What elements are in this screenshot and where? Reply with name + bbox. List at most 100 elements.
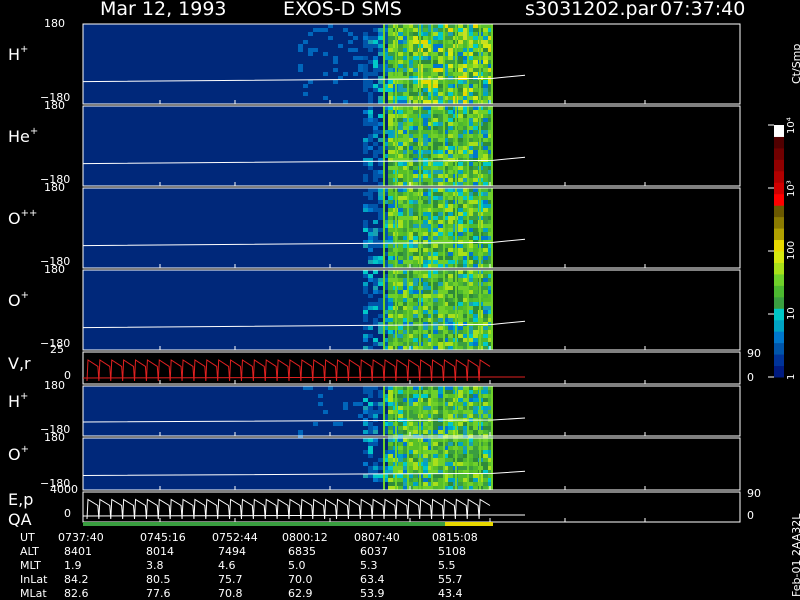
heatmap-cell <box>438 84 443 88</box>
heatmap-cell <box>483 454 488 458</box>
heatmap-cell <box>458 170 463 174</box>
heatmap-cell <box>388 114 393 118</box>
heatmap-cell <box>413 216 418 220</box>
heatmap-cell <box>423 138 428 142</box>
heatmap-cell <box>448 442 453 446</box>
panel-label: O+ <box>8 290 29 310</box>
heatmap-cell <box>378 84 383 88</box>
heatmap-cell <box>398 204 403 208</box>
heatmap-cell <box>473 196 478 200</box>
heatmap-cell <box>423 52 428 56</box>
heatmap-cell <box>388 118 393 122</box>
heatmap-cell <box>438 290 443 294</box>
heatmap-cell <box>438 126 443 130</box>
heatmap-streak <box>407 438 409 490</box>
heatmap-cell <box>413 40 418 44</box>
heatmap-streak <box>383 24 385 104</box>
heatmap-cell <box>423 486 428 490</box>
heatmap-cell <box>458 32 463 36</box>
heatmap-cell <box>438 326 443 330</box>
heatmap-cell <box>483 146 488 150</box>
heatmap-cell <box>483 170 488 174</box>
heatmap-cell <box>483 64 488 68</box>
heatmap-cell <box>368 114 373 118</box>
heatmap-cell <box>308 80 313 84</box>
heatmap-cell <box>483 294 488 298</box>
ephemeris-value: 0815:08 <box>432 531 478 544</box>
heatmap-cell <box>458 426 463 430</box>
heatmap-cell <box>433 162 438 166</box>
heatmap-cell <box>473 134 478 138</box>
heatmap-cell <box>413 174 418 178</box>
heatmap-cell <box>368 390 373 394</box>
heatmap-cell <box>473 96 478 100</box>
heatmap-cell <box>423 244 428 248</box>
heatmap-cell <box>398 402 403 406</box>
heatmap-cell <box>483 386 488 390</box>
heatmap-cell <box>448 338 453 342</box>
heatmap-cell <box>458 154 463 158</box>
heatmap-cell <box>423 346 428 350</box>
heatmap-cell <box>458 134 463 138</box>
heatmap-cell <box>413 56 418 60</box>
heatmap-cell <box>448 212 453 216</box>
heatmap-streak <box>491 270 493 350</box>
heatmap-cell <box>438 60 443 64</box>
heatmap-cell <box>413 84 418 88</box>
heatmap-cell <box>483 154 488 158</box>
ephemeris-value: 43.4 <box>438 587 463 600</box>
heatmap-cell <box>448 232 453 236</box>
heatmap-cell <box>433 306 438 310</box>
heatmap-cell <box>473 482 478 486</box>
heatmap-cell <box>473 192 478 196</box>
heatmap-cell <box>448 188 453 192</box>
colorbar-swatch <box>774 262 784 275</box>
panel-label: O+ <box>8 444 29 464</box>
heatmap-streak <box>395 386 397 436</box>
heatmap-cell <box>373 260 378 264</box>
heatmap-cell <box>423 474 428 478</box>
heatmap-cell <box>448 48 453 52</box>
heatmap-cell <box>413 166 418 170</box>
colorbar-tick-label: 10 <box>786 307 797 320</box>
heatmap-cell <box>433 24 438 28</box>
heatmap-cell <box>368 244 373 248</box>
heatmap-cell <box>433 80 438 84</box>
heatmap-cell <box>438 298 443 302</box>
heatmap-cell <box>458 228 463 232</box>
heatmap-cell <box>458 486 463 490</box>
heatmap-cell <box>423 446 428 450</box>
heatmap-cell <box>373 88 378 92</box>
heatmap-cell <box>388 72 393 76</box>
heatmap-cell <box>433 166 438 170</box>
heatmap-cell <box>388 430 393 434</box>
heatmap-cell <box>448 236 453 240</box>
heatmap-cell <box>423 310 428 314</box>
heatmap-cell <box>413 482 418 486</box>
heatmap-cell <box>448 170 453 174</box>
heatmap-cell <box>483 80 488 84</box>
heatmap-cell <box>483 426 488 430</box>
heatmap-cell <box>368 430 373 434</box>
heatmap-cell <box>483 24 488 28</box>
heatmap-cell <box>423 306 428 310</box>
heatmap-streak <box>383 188 385 268</box>
heatmap-cell <box>473 138 478 142</box>
heatmap-streak <box>431 188 433 268</box>
heatmap-cell <box>378 402 383 406</box>
heatmap-cell <box>483 274 488 278</box>
heatmap-cell <box>473 126 478 130</box>
heatmap-cell <box>483 290 488 294</box>
heatmap-cell <box>438 458 443 462</box>
heatmap-cell <box>378 196 383 200</box>
heatmap-cell <box>413 60 418 64</box>
heatmap-cell <box>373 338 378 342</box>
heatmap-cell <box>458 130 463 134</box>
heatmap-cell <box>448 398 453 402</box>
heatmap-cell <box>378 44 383 48</box>
heatmap-cell <box>458 410 463 414</box>
heatmap-cell <box>448 92 453 96</box>
heatmap-cell <box>438 274 443 278</box>
heatmap-cell <box>473 32 478 36</box>
heatmap-cell <box>423 146 428 150</box>
